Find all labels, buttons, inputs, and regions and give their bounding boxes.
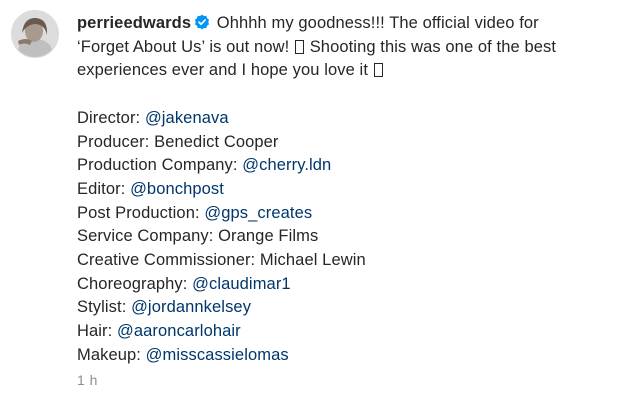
credit-label: Hair:: [77, 322, 118, 341]
missing-glyph-box-icon: [373, 63, 383, 78]
credit-line: Makeup: @misscassielomas: [77, 344, 625, 368]
credit-line: Stylist: @jordannkelsey: [77, 296, 625, 320]
mention-link[interactable]: @aaroncarlohair: [117, 322, 241, 340]
credit-label: Editor:: [77, 179, 131, 198]
credit-label: Production Company:: [77, 156, 243, 175]
verified-badge-icon: [195, 14, 210, 30]
avatar[interactable]: [11, 10, 59, 58]
credit-line: Producer: Benedict Cooper: [77, 131, 625, 155]
credit-line: Choreography: @claudimar1: [77, 273, 625, 297]
caption-body: perrieedwards Ohhhh my goodness!!! The o…: [77, 12, 625, 368]
credit-label: Producer: Benedict Cooper: [77, 132, 279, 151]
caption-text-2b: Shooting this was one of the best: [309, 37, 557, 56]
credit-label: Post Production:: [77, 203, 205, 222]
caption-text-3: experiences ever and I hope you love it: [77, 61, 368, 80]
credit-line: Director: @jakenava: [77, 107, 625, 131]
credit-line: Production Company: @cherry.ldn: [77, 154, 625, 178]
credit-label: Director:: [77, 108, 145, 127]
mention-link[interactable]: @misscassielomas: [146, 346, 289, 364]
instagram-post-caption: perrieedwards Ohhhh my goodness!!! The o…: [0, 0, 634, 411]
caption-text-2a: ‘Forget About Us’ is out now!: [77, 37, 290, 56]
mention-link[interactable]: @jordannkelsey: [131, 298, 251, 316]
missing-glyph-box-icon: [295, 39, 304, 54]
credit-label: Service Company: Orange Films: [77, 227, 319, 246]
credit-line: Creative Commissioner: Michael Lewin: [77, 249, 625, 273]
credit-label: Makeup:: [77, 345, 146, 364]
mention-link[interactable]: @claudimar1: [192, 275, 291, 293]
caption-line-2: ‘Forget About Us’ is out now! Shooting t…: [77, 36, 625, 60]
avatar-photo: [12, 11, 58, 57]
credit-line: Post Production: @gps_creates: [77, 202, 625, 226]
mention-link[interactable]: @bonchpost: [130, 180, 224, 198]
caption-line-1: perrieedwards Ohhhh my goodness!!! The o…: [77, 12, 625, 36]
credit-label: Creative Commissioner: Michael Lewin: [77, 251, 366, 270]
post-timestamp[interactable]: 1 h: [77, 372, 98, 388]
username-link[interactable]: perrieedwards: [77, 14, 191, 32]
caption-text-1: Ohhhh my goodness!!! The official video …: [216, 14, 539, 32]
caption-line-3: experiences ever and I hope you love it: [77, 59, 625, 83]
mention-link[interactable]: @jakenava: [145, 109, 229, 127]
credit-label: Stylist:: [77, 298, 132, 317]
credit-line: Editor: @bonchpost: [77, 178, 625, 202]
credit-label: Choreography:: [77, 274, 193, 293]
mention-link[interactable]: @gps_creates: [204, 204, 312, 222]
credit-line: Hair: @aaroncarlohair: [77, 320, 625, 344]
mention-link[interactable]: @cherry.ldn: [242, 156, 331, 174]
credit-line: Service Company: Orange Films: [77, 225, 625, 249]
